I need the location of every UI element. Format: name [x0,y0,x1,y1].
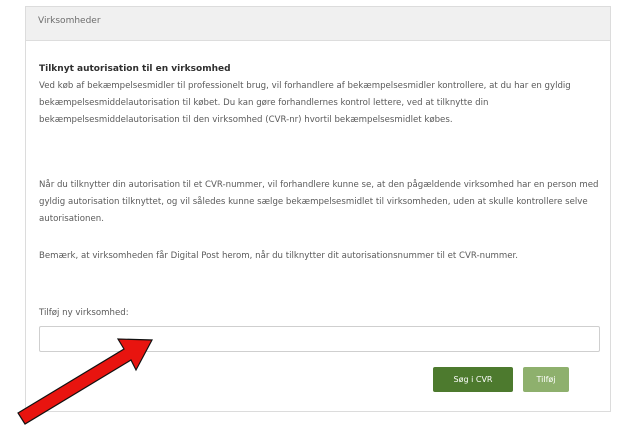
cvr-paragraph: Når du tilknytter din autorisation til e… [39,180,599,224]
intro-paragraph: Ved køb af bekæmpelsesmidler til profess… [39,81,571,125]
search-cvr-button[interactable]: Søg i CVR [433,367,513,392]
add-company-input[interactable] [39,326,600,352]
add-company-label: Tilføj ny virksomhed: [39,308,129,318]
companies-panel: Virksomheder Tilknyt autorisation til en… [25,6,611,412]
add-company-button[interactable]: Tilføj [523,367,569,392]
screenshot-stage: Virksomheder Tilknyt autorisation til en… [0,0,617,433]
panel-header: Virksomheder [26,7,610,41]
digital-post-note: Bemærk, at virksomheden får Digital Post… [39,251,519,261]
section-title: Tilknyt autorisation til en virksomhed [39,64,231,74]
